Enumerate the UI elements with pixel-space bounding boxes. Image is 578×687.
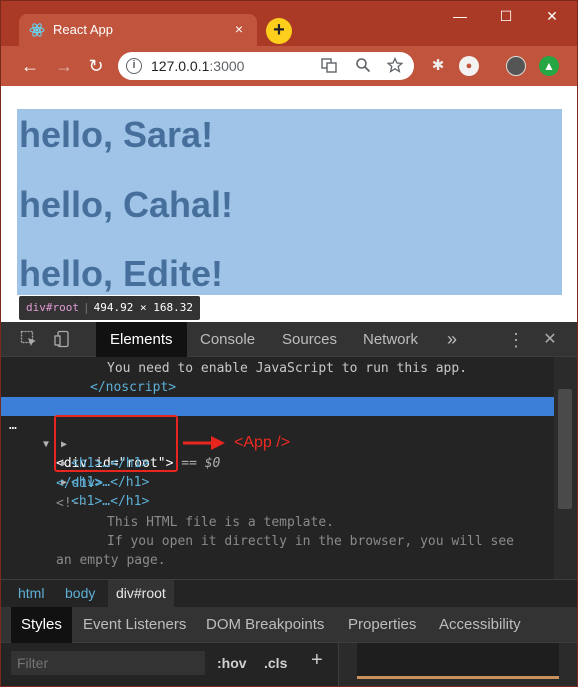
devtools-close-icon[interactable]: ✕ (540, 330, 560, 350)
react-logo-icon (29, 22, 45, 38)
tab-title: React App (53, 22, 113, 37)
extension-ublock-icon[interactable]: ● (459, 56, 479, 76)
comment-line-1: This HTML file is a template. (107, 515, 334, 530)
tab-close-icon[interactable]: × (231, 21, 247, 37)
browser-tab[interactable]: React App × (19, 14, 257, 46)
zoom-icon[interactable] (354, 57, 372, 75)
inspect-tooltip: div#root | 494.92 × 168.32 (19, 296, 200, 320)
tab-event-listeners[interactable]: Event Listeners (73, 607, 196, 643)
close-window-button[interactable]: ✕ (529, 1, 575, 31)
heading-2: hello, Cahal! (19, 184, 234, 225)
tab-styles[interactable]: Styles (11, 607, 72, 643)
add-style-rule-icon[interactable]: + (311, 648, 331, 672)
browser-toolbar: ← → ↻ i 127.0.0.1:3000 ✱ ● ▲ (1, 46, 577, 86)
tab-console[interactable]: Console (186, 322, 269, 357)
tab-network[interactable]: Network (349, 322, 432, 357)
new-tab-button[interactable]: + (266, 18, 292, 44)
update-arrow-icon[interactable]: ▲ (539, 56, 559, 76)
inspect-element-icon[interactable] (19, 330, 39, 350)
dom-node-div-root[interactable]: … ▼ <div id="root"> == $0 (1, 397, 554, 471)
box-model-pane (338, 643, 577, 686)
address-bar[interactable]: i 127.0.0.1:3000 (118, 52, 414, 80)
tab-sources[interactable]: Sources (268, 322, 351, 357)
heading-3: hello, Edite! (19, 253, 224, 294)
reload-button[interactable]: ↻ (83, 53, 109, 79)
scrollbar-thumb[interactable] (558, 389, 572, 509)
breadcrumb-div-root[interactable]: div#root (108, 580, 174, 607)
minimize-button[interactable]: — (437, 1, 483, 31)
noscript-close-tag[interactable]: </noscript> (90, 378, 554, 397)
forward-button[interactable]: → (51, 53, 77, 79)
styles-filter-input[interactable] (11, 651, 205, 675)
tab-elements[interactable]: Elements (96, 322, 187, 357)
translate-icon[interactable] (320, 57, 338, 75)
maximize-button[interactable]: ☐ (483, 1, 529, 31)
profile-avatar[interactable] (506, 56, 526, 76)
tooltip-size: 494.92 × 168.32 (93, 301, 193, 314)
breadcrumb: html body div#root (1, 579, 577, 607)
hover-state-button[interactable]: :hov (217, 651, 247, 675)
device-toggle-icon[interactable] (53, 330, 73, 350)
noscript-text: You need to enable JavaScript to run thi… (107, 361, 468, 376)
site-info-icon[interactable]: i (126, 58, 142, 74)
extension-gear-icon[interactable]: ✱ (428, 56, 448, 76)
breadcrumb-html[interactable]: html (10, 580, 52, 607)
tab-properties[interactable]: Properties (338, 607, 426, 643)
comment-line-3: an empty page. (56, 553, 166, 568)
title-bar: React App × + — ☐ ✕ (1, 1, 577, 46)
tab-dom-breakpoints[interactable]: DOM Breakpoints (196, 607, 334, 643)
more-tabs-icon[interactable]: » (433, 322, 471, 357)
tab-accessibility[interactable]: Accessibility (429, 607, 531, 643)
comment-line-2: If you open it directly in the browser, … (107, 534, 514, 549)
devtools-tab-bar: Elements Console Sources Network » ⋮ ✕ (1, 322, 577, 357)
annotation-label: <App /> (234, 434, 291, 451)
devtools-panel: Elements Console Sources Network » ⋮ ✕ Y… (1, 322, 577, 686)
dom-scrollbar[interactable] (554, 357, 577, 579)
annotation-box (54, 415, 178, 472)
div-close-tag[interactable]: </div> (56, 474, 554, 493)
breadcrumb-body[interactable]: body (57, 580, 103, 607)
back-button[interactable]: ← (17, 53, 43, 79)
styles-subtab-bar: Styles Event Listeners DOM Breakpoints P… (1, 607, 577, 643)
url-text: 127.0.0.1:3000 (151, 58, 245, 74)
annotation-arrow-icon (183, 436, 225, 450)
box-model-preview (357, 643, 559, 679)
bookmark-star-icon[interactable] (386, 56, 404, 75)
devtools-menu-icon[interactable]: ⋮ (506, 330, 526, 350)
class-toggle-button[interactable]: .cls (264, 651, 287, 675)
styles-filter-bar: :hov .cls + (1, 643, 577, 686)
page-viewport: hello, Sara! hello, Cahal! hello, Edite!… (1, 86, 577, 322)
browser-window: React App × + — ☐ ✕ ← → ↻ i 127.0.0.1:30… (0, 0, 578, 687)
comment-open: <!-- (56, 496, 88, 511)
dom-tree: You need to enable JavaScript to run thi… (1, 357, 554, 579)
tooltip-tag: div#root (26, 301, 79, 314)
heading-1: hello, Sara! (19, 114, 214, 155)
